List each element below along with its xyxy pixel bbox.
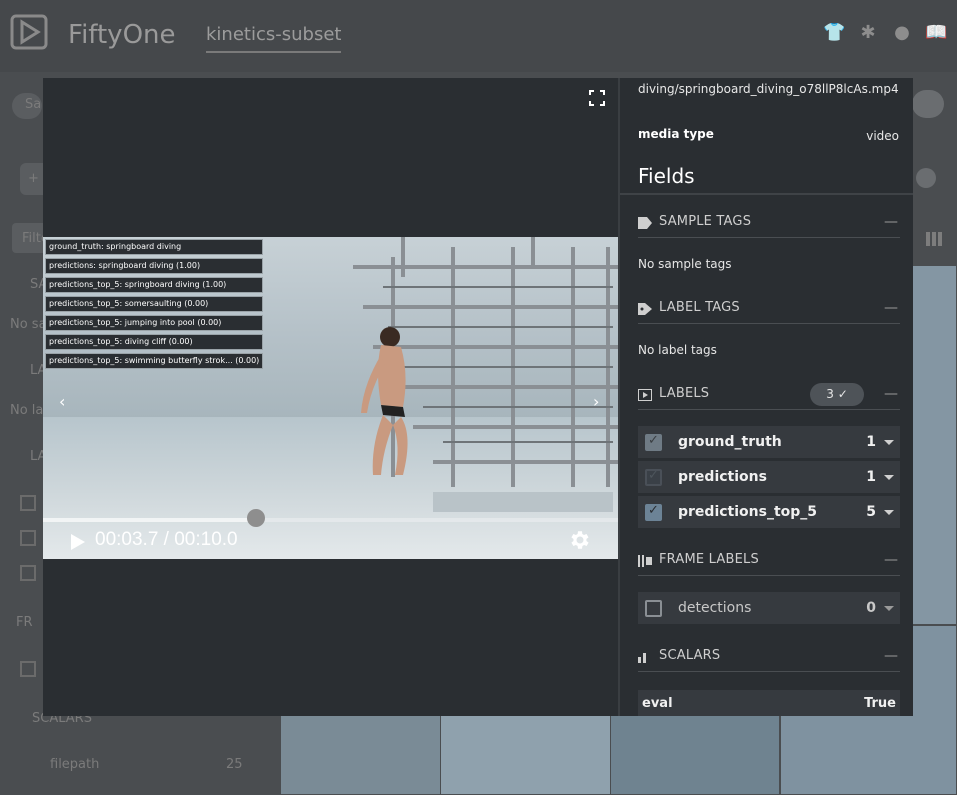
label-tags-header[interactable]: LABEL TAGS — <box>638 296 900 324</box>
overlay-label: predictions: springboard diving (1.00) <box>45 258 264 274</box>
diver-figure <box>361 327 408 475</box>
label-count: 5 <box>866 504 876 520</box>
fields-title: Fields <box>638 164 695 188</box>
collapse-icon[interactable]: — <box>884 300 898 316</box>
divider <box>620 193 913 195</box>
section-title: SCALARS <box>659 648 721 663</box>
checkbox[interactable] <box>645 600 662 617</box>
player-controls: 00:03.7 / 00:10.0 <box>43 522 618 559</box>
play-icon[interactable] <box>71 534 85 550</box>
label-count: 0 <box>866 600 876 616</box>
sample-modal: ground_truth: springboard diving predict… <box>43 78 913 716</box>
section-title: LABEL TAGS <box>659 300 740 315</box>
sample-tags-header[interactable]: SAMPLE TAGS — <box>638 210 900 238</box>
video-player[interactable]: ground_truth: springboard diving predict… <box>43 237 618 559</box>
modal-sidebar: diving/springboard_diving_o78llP8lcAs.mp… <box>618 78 913 716</box>
scalar-key: eval <box>642 696 673 711</box>
top-icons: 👕 ✱ ● 📖 <box>823 22 947 44</box>
dataset-selector[interactable]: kinetics-subset <box>206 24 342 53</box>
video-area: ground_truth: springboard diving predict… <box>43 78 618 716</box>
docs-icon[interactable]: 📖 <box>925 22 947 44</box>
section-title: FRAME LABELS <box>659 552 759 567</box>
label-row-predictions[interactable]: ✓ predictions 1 <box>638 461 900 493</box>
section-title: LABELS <box>659 386 710 401</box>
label-name: detections <box>678 600 752 616</box>
grid-icon[interactable] <box>926 232 942 246</box>
check-icon: ✓ <box>837 387 848 401</box>
no-label-tags: No label tags <box>638 343 717 357</box>
tshirt-icon[interactable]: 👕 <box>823 22 845 44</box>
label-count: 1 <box>866 434 876 450</box>
overlay-label: predictions_top_5: diving cliff (0.00) <box>45 334 264 350</box>
frame-labels-icon <box>638 555 652 567</box>
github-icon[interactable]: ● <box>891 22 913 44</box>
label-name: predictions <box>678 469 767 485</box>
bar-chart-icon <box>638 653 646 663</box>
label-row-predictions-top-5[interactable]: ✓ predictions_top_5 5 <box>638 496 900 528</box>
labels-icon <box>638 389 652 401</box>
filepath-value: diving/springboard_diving_o78llP8lcAs.mp… <box>638 82 899 96</box>
fullscreen-icon[interactable] <box>589 90 605 106</box>
section-title: SAMPLE TAGS <box>659 214 752 229</box>
chevron-down-icon[interactable] <box>884 606 894 611</box>
labels-header[interactable]: LABELS 3 ✓ — <box>638 382 900 410</box>
media-type-label: media type <box>638 127 714 141</box>
timecode: 00:03.7 / 00:10.0 <box>95 529 238 550</box>
label-overlays: ground_truth: springboard diving predict… <box>45 239 264 369</box>
media-type-value: video <box>866 129 899 143</box>
label-name: ground_truth <box>678 434 782 450</box>
frame-labels-header[interactable]: FRAME LABELS — <box>638 548 900 576</box>
chevron-down-icon[interactable] <box>884 510 894 515</box>
no-sample-tags: No sample tags <box>638 257 732 271</box>
overlay-label: predictions_top_5: springboard diving (1… <box>45 277 264 293</box>
collapse-icon[interactable]: — <box>884 386 898 402</box>
help-icon[interactable] <box>916 168 936 188</box>
tag-icon <box>638 217 652 229</box>
checkbox[interactable]: ✓ <box>645 433 662 451</box>
brand-name: FiftyOne <box>68 20 176 50</box>
checkbox[interactable]: ✓ <box>645 503 662 521</box>
checkbox[interactable]: ✓ <box>645 468 662 486</box>
overlay-label: predictions_top_5: somersaulting (0.00) <box>45 296 264 312</box>
slack-icon[interactable]: ✱ <box>857 22 879 44</box>
label-name: predictions_top_5 <box>678 504 818 520</box>
settings-gear-icon[interactable] <box>567 528 591 552</box>
label-tag-icon <box>638 303 652 315</box>
label-row-detections[interactable]: detections 0 <box>638 592 900 624</box>
fiftyone-logo-icon <box>10 14 48 50</box>
scalar-value: True <box>864 696 896 711</box>
collapse-icon[interactable]: — <box>884 552 898 568</box>
overlay-label: ground_truth: springboard diving <box>45 239 264 255</box>
collapse-icon[interactable]: — <box>884 214 898 230</box>
badge-count: 3 <box>826 387 834 401</box>
overlay-label: predictions_top_5: swimming butterfly st… <box>45 353 264 369</box>
chevron-down-icon[interactable] <box>884 440 894 445</box>
scalar-row-eval: eval True <box>638 690 900 716</box>
label-row-ground-truth[interactable]: ✓ ground_truth 1 <box>638 426 900 458</box>
top-bar: FiftyOne kinetics-subset 👕 ✱ ● 📖 <box>0 0 957 72</box>
label-count: 1 <box>866 469 876 485</box>
scalars-header[interactable]: SCALARS — <box>638 644 900 672</box>
next-sample-icon[interactable]: › <box>593 392 599 411</box>
overlay-label: predictions_top_5: jumping into pool (0.… <box>45 315 264 331</box>
collapse-icon[interactable]: — <box>884 648 898 664</box>
labels-count-badge[interactable]: 3 ✓ <box>810 383 864 406</box>
previous-sample-icon[interactable]: ‹ <box>59 392 65 411</box>
chevron-down-icon[interactable] <box>884 475 894 480</box>
